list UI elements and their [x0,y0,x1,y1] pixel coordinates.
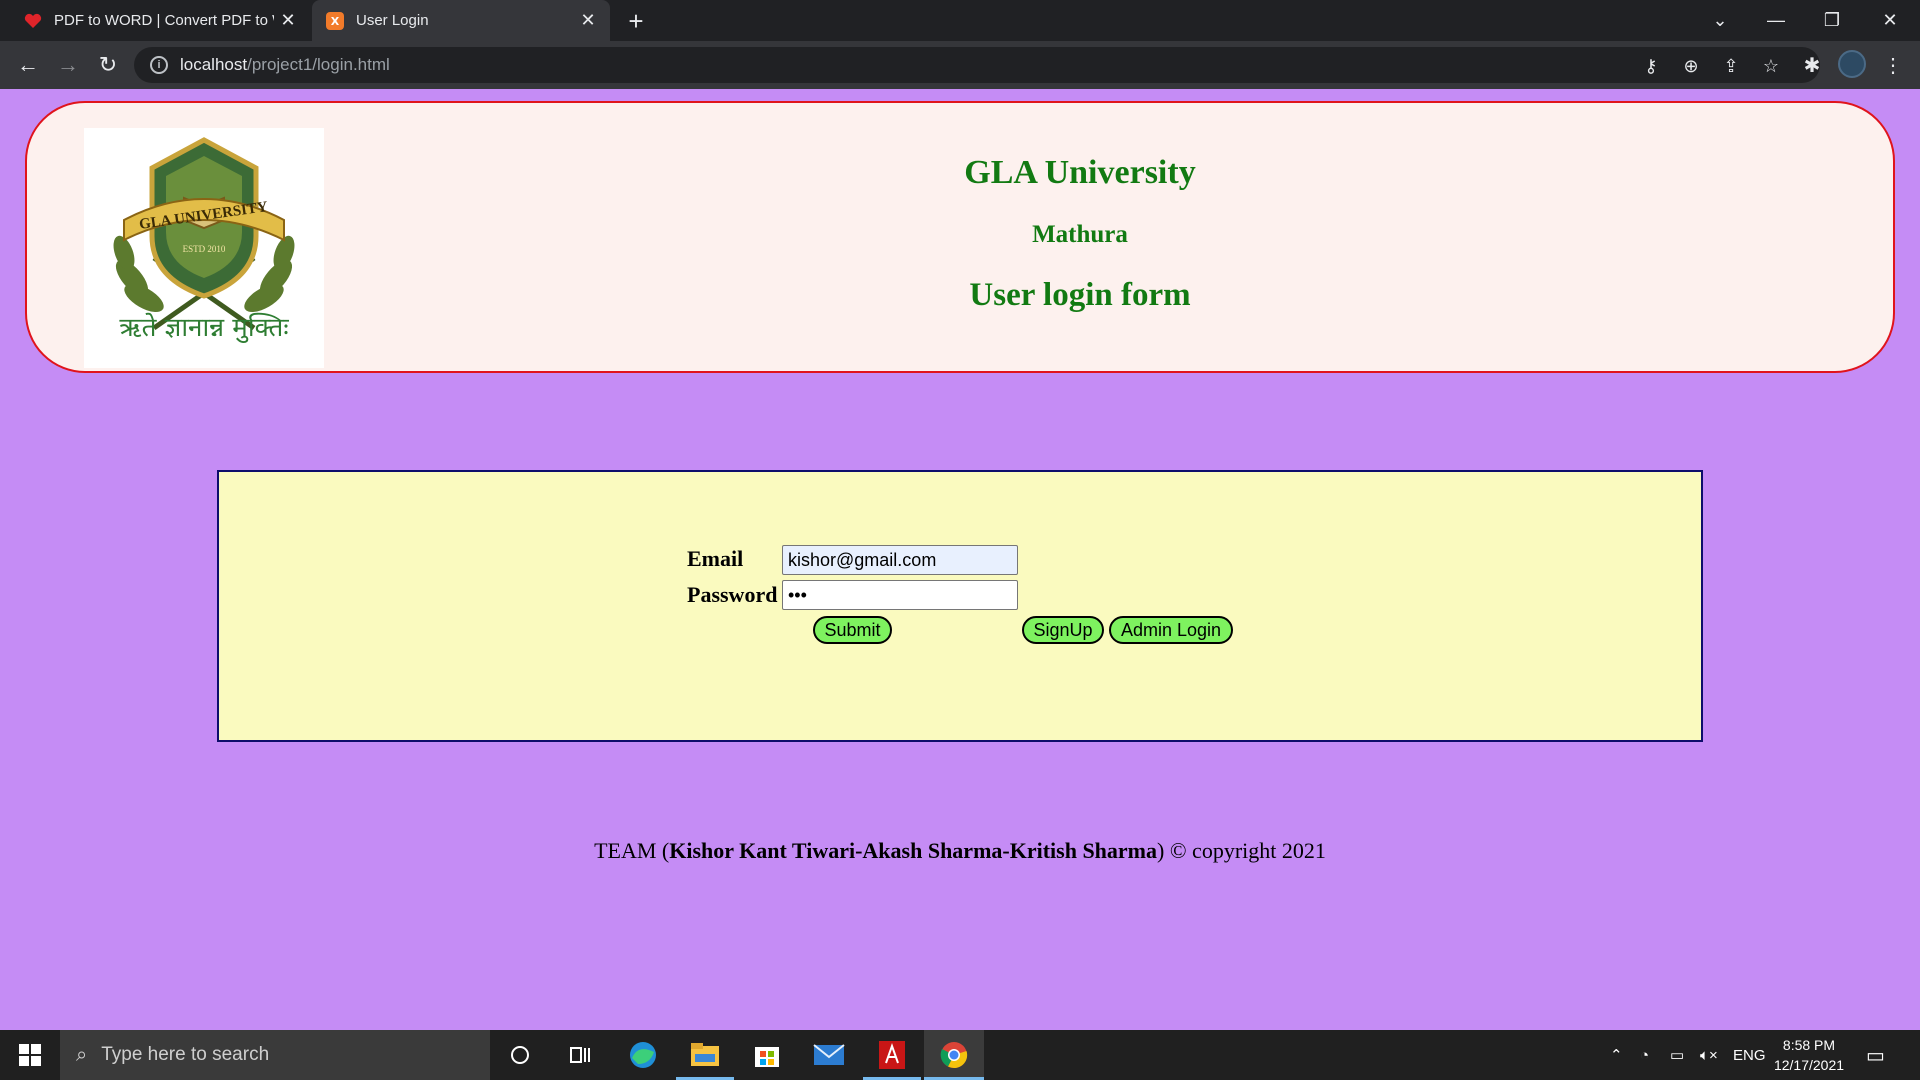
acrobat-reader-icon[interactable] [862,1030,922,1080]
clock-date: 12/17/2021 [1773,1057,1845,1073]
email-field[interactable] [782,545,1018,575]
minimize-button[interactable]: — [1748,0,1804,41]
reload-button[interactable]: ↻ [92,49,124,81]
tab-title: PDF to WORD | Convert PDF to W [54,12,274,29]
tab-title: User Login [356,12,429,29]
windows-start-icon[interactable] [0,1030,60,1080]
new-tab-button[interactable]: + [622,6,650,37]
share-icon[interactable]: ⇪ [1720,55,1742,77]
microsoft-store-icon[interactable] [737,1030,797,1080]
xampp-favicon-icon: X [326,11,344,30]
key-icon[interactable]: ⚷ [1640,55,1662,77]
taskbar-search-box[interactable]: ⌕ Type here to search [60,1030,490,1080]
browser-toolbar: ← → ↻ i localhost/project1/login.html ⚷ … [0,41,1920,89]
svg-text:X: X [331,15,340,28]
page-footer: TEAM (Kishor Kant Tiwari-Akash Sharma-Kr… [0,838,1920,864]
signup-button[interactable]: SignUp [1022,616,1104,644]
profile-avatar[interactable] [1838,50,1866,78]
edge-browser-icon[interactable] [613,1030,673,1080]
email-label: Email [687,546,744,571]
admin-login-button[interactable]: Admin Login [1109,616,1233,644]
file-explorer-icon[interactable] [675,1030,735,1080]
restore-button[interactable]: ❐ [1804,0,1860,41]
windows-taskbar: ⌕ Type here to search ⌃ ◔ ▭ 🔈︎× ENG 8:58… [0,1030,1920,1080]
password-label: Password [687,582,778,607]
mail-icon[interactable] [799,1030,859,1080]
show-hidden-icons-icon[interactable]: ⌃ [1610,1030,1623,1080]
password-field[interactable] [782,580,1018,610]
form-title: User login form [969,277,1191,313]
system-clock[interactable]: 8:58 PM 12/17/2021 [1768,1035,1850,1075]
browser-tab-bar: PDF to WORD | Convert PDF to W ✕ X User … [0,0,1920,41]
tab-pdf-to-word[interactable]: PDF to WORD | Convert PDF to W ✕ [10,0,310,41]
language-indicator[interactable]: ENG [1733,1030,1766,1080]
tab-search-chevron-icon[interactable]: ⌄ [1692,0,1748,41]
logo-estd: ESTD 2010 [183,244,226,254]
menu-kebab-icon[interactable]: ⋮ [1877,49,1909,81]
clock-time: 8:58 PM [1782,1037,1836,1053]
address-bar[interactable]: i localhost/project1/login.html ⚷ ⊕ ⇪ ☆ [134,47,1820,83]
url-path: /project1/login.html [247,55,390,74]
search-placeholder: Type here to search [101,1044,270,1065]
task-view-icon[interactable] [550,1030,610,1080]
battery-icon[interactable]: ▭ [1670,1030,1684,1080]
bookmark-star-icon[interactable]: ☆ [1760,55,1782,77]
submit-button[interactable]: Submit [813,616,892,644]
forward-button[interactable]: → [52,49,84,81]
university-title: GLA University [964,154,1196,191]
url-host: localhost [180,55,248,74]
network-icon[interactable]: ◔ [1640,1030,1649,1080]
extensions-icon[interactable]: ✱ [1796,49,1828,81]
close-window-button[interactable]: ✕ [1862,0,1918,41]
site-info-icon[interactable]: i [150,56,168,74]
back-button[interactable]: ← [12,49,44,81]
university-city: Mathura [1032,221,1128,248]
heart-favicon-icon [24,12,42,30]
tab-user-login[interactable]: X User Login ✕ [312,0,610,41]
search-icon: ⌕ [76,1043,88,1066]
footer-team: Kishor Kant Tiwari-Akash Sharma-Kritish … [669,838,1158,863]
close-tab-icon[interactable]: ✕ [274,10,302,31]
volume-muted-icon[interactable]: 🔈︎× [1700,1030,1718,1080]
chrome-browser-icon[interactable] [924,1030,984,1080]
university-logo: GLA UNIVERSITY ESTD 2010 ऋते ज्ञानान्न म… [84,128,324,368]
zoom-icon[interactable]: ⊕ [1680,55,1702,77]
footer-suffix: ) © copyright 2021 [1157,838,1326,863]
logo-motto: ऋते ज्ञानान्न मुक्तिः [119,312,289,343]
cortana-icon[interactable] [490,1030,550,1080]
close-tab-icon[interactable]: ✕ [574,10,602,31]
notifications-icon[interactable]: ▭ [1866,1030,1885,1080]
footer-prefix: TEAM ( [594,838,670,863]
